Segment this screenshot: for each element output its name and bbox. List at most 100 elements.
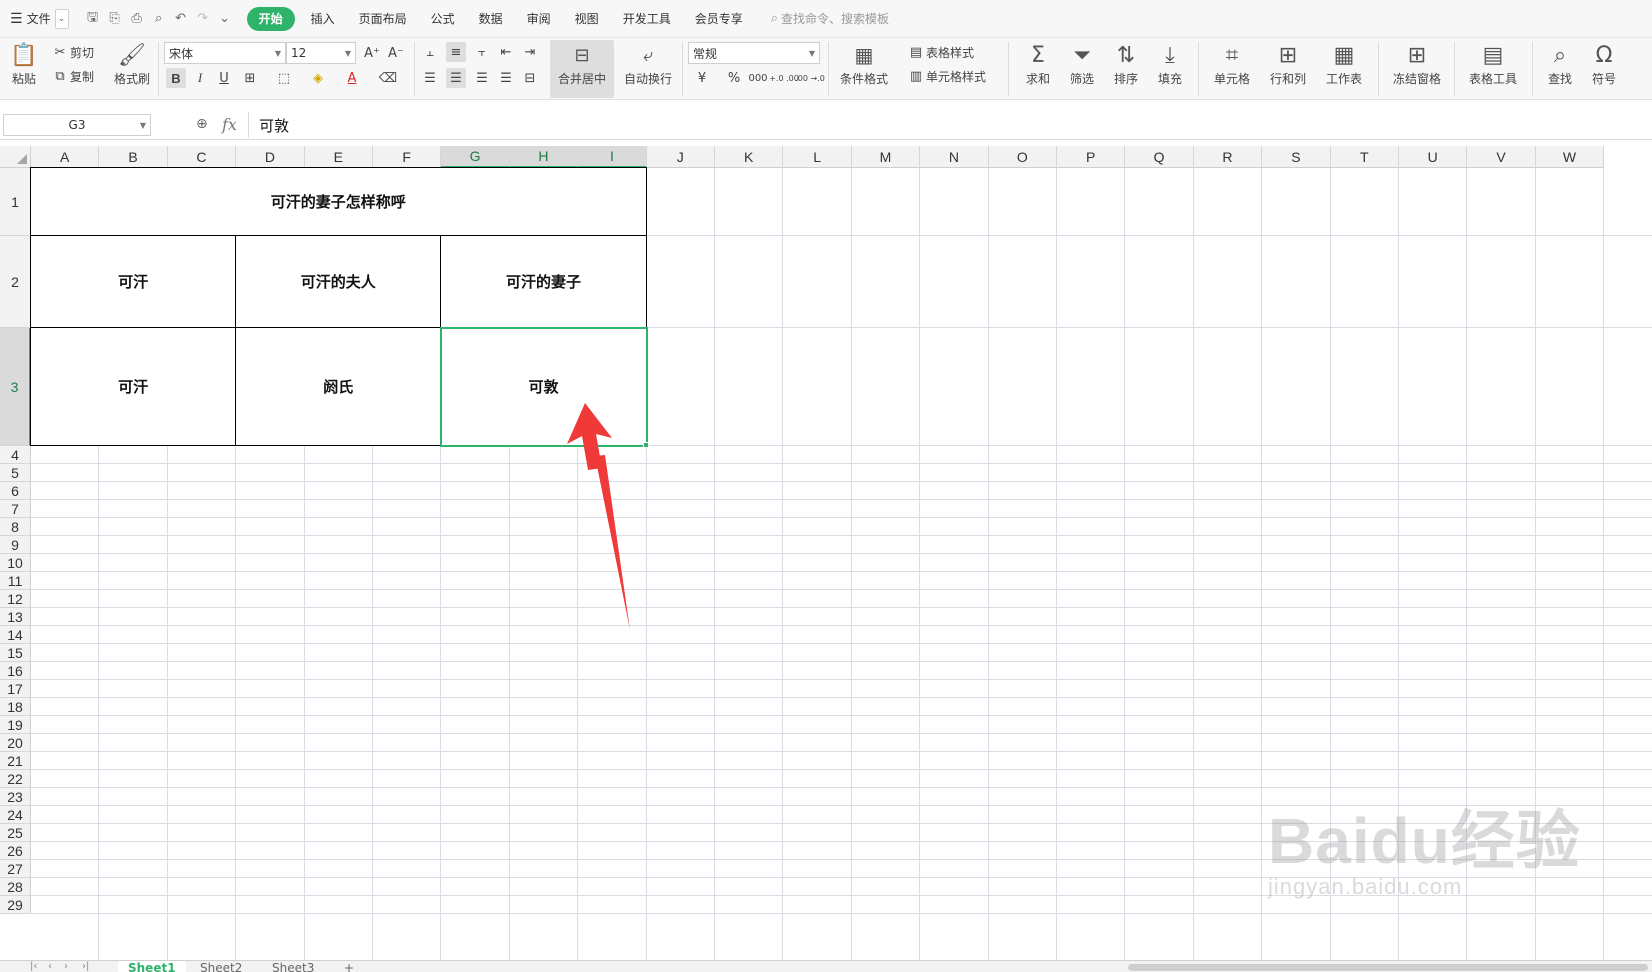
row-header-6[interactable]: 6	[0, 482, 31, 500]
name-box[interactable]: G3 ▼	[3, 114, 151, 136]
print-icon[interactable]: ⎙	[127, 9, 147, 29]
next-sheet-icon[interactable]: ›	[64, 961, 68, 972]
paste-button[interactable]: 📋 粘贴	[2, 40, 46, 98]
column-header-i[interactable]: I	[578, 146, 647, 168]
cell-button[interactable]: ⌗ 单元格	[1206, 40, 1258, 98]
align-middle-icon[interactable]: ≡	[446, 42, 466, 62]
row-header-23[interactable]: 23	[0, 788, 31, 806]
last-sheet-icon[interactable]: ›|	[82, 961, 89, 972]
column-header-h[interactable]: H	[509, 146, 579, 168]
indent-decrease-icon[interactable]: ⇤	[496, 42, 516, 62]
column-header-r[interactable]: R	[1193, 146, 1263, 168]
file-dropdown-icon[interactable]: ⌄	[54, 8, 69, 29]
filter-button[interactable]: ⏷ 筛选	[1060, 40, 1104, 98]
tab-data[interactable]: 数据	[469, 7, 513, 31]
align-bottom-icon[interactable]: ⫟	[472, 42, 492, 62]
font-shrink-icon[interactable]: A⁻	[386, 43, 406, 63]
find-button[interactable]: ⌕ 查找	[1538, 40, 1582, 98]
select-all-corner[interactable]	[0, 146, 31, 168]
column-header-p[interactable]: P	[1057, 146, 1126, 168]
prev-sheet-icon[interactable]: ‹	[48, 961, 52, 972]
column-header-w[interactable]: W	[1535, 146, 1605, 168]
column-header-b[interactable]: B	[99, 146, 168, 168]
row-header-1[interactable]: 1	[0, 168, 31, 236]
tab-review[interactable]: 审阅	[517, 7, 561, 31]
align-left-icon[interactable]: ☰	[420, 68, 440, 88]
justify-icon[interactable]: ☰	[496, 68, 516, 88]
column-header-q[interactable]: Q	[1125, 146, 1194, 168]
sort-button[interactable]: ⇅ 排序	[1104, 40, 1148, 98]
align-top-icon[interactable]: ⫠	[420, 42, 440, 62]
command-search[interactable]: ⌕ 查找命令、搜索模板	[771, 10, 889, 27]
table-tools-button[interactable]: ▤ 表格工具	[1462, 40, 1524, 98]
row-header-5[interactable]: 5	[0, 464, 31, 482]
zoom-icon[interactable]: ⊕	[196, 116, 208, 132]
underline-button[interactable]: U	[214, 68, 234, 88]
row-header-28[interactable]: 28	[0, 878, 31, 896]
format-painter-button[interactable]: 🖌 格式刷	[110, 40, 154, 98]
row-header-11[interactable]: 11	[0, 572, 31, 590]
tab-member[interactable]: 会员专享	[685, 7, 753, 31]
row-header-19[interactable]: 19	[0, 716, 31, 734]
symbol-button[interactable]: Ω 符号	[1582, 40, 1626, 98]
indent-increase-icon[interactable]: ⇥	[520, 42, 540, 62]
column-header-k[interactable]: K	[715, 146, 784, 168]
row-header-4[interactable]: 4	[0, 446, 31, 464]
row-header-16[interactable]: 16	[0, 662, 31, 680]
column-header-c[interactable]: C	[167, 146, 237, 168]
column-header-v[interactable]: V	[1467, 146, 1536, 168]
align-center-icon[interactable]: ☰	[446, 68, 466, 88]
add-sheet-button[interactable]: +	[334, 961, 364, 972]
cell-style-button[interactable]: ▥ 单元格样式	[906, 66, 986, 86]
font-grow-icon[interactable]: A⁺	[362, 43, 382, 63]
row-header-7[interactable]: 7	[0, 500, 31, 518]
borders-icon[interactable]: ⊞	[240, 68, 260, 88]
spreadsheet-grid[interactable]: A B C D E F G H I J K L M N O P Q R S T U V W 1 2 3 4 5 6 7 8 9 10 11 12 13…	[0, 146, 1652, 960]
row-header-13[interactable]: 13	[0, 608, 31, 626]
copy-button[interactable]: ⧉ 复制	[50, 66, 94, 86]
row-header-2[interactable]: 2	[0, 236, 31, 328]
formula-input[interactable]: 可敦	[248, 112, 1652, 138]
sheet-tab-2[interactable]: Sheet2	[190, 961, 252, 972]
column-header-m[interactable]: M	[851, 146, 921, 168]
thousands-button[interactable]: 000	[748, 68, 768, 88]
worksheet-button[interactable]: ▦ 工作表	[1318, 40, 1370, 98]
italic-button[interactable]: I	[190, 68, 210, 88]
row-header-21[interactable]: 21	[0, 752, 31, 770]
row-header-12[interactable]: 12	[0, 590, 31, 608]
number-format-select[interactable]: 常规 ▼	[688, 42, 820, 64]
customize-dropdown-icon[interactable]: ⌄	[215, 9, 235, 29]
align-right-icon[interactable]: ☰	[472, 68, 492, 88]
tab-page-layout[interactable]: 页面布局	[349, 7, 417, 31]
fill-style-icon[interactable]: ⬚	[274, 68, 294, 88]
row-header-8[interactable]: 8	[0, 518, 31, 536]
horizontal-scrollbar[interactable]	[1128, 964, 1648, 971]
fill-button[interactable]: ⤓ 填充	[1148, 40, 1192, 98]
column-header-t[interactable]: T	[1330, 146, 1399, 168]
row-header-20[interactable]: 20	[0, 734, 31, 752]
wrap-text-button[interactable]: ⤶ 自动换行	[620, 40, 676, 98]
freeze-panes-button[interactable]: ⊞ 冻结窗格	[1386, 40, 1448, 98]
row-header-25[interactable]: 25	[0, 824, 31, 842]
sum-button[interactable]: Σ 求和	[1016, 40, 1060, 98]
font-name-select[interactable]: 宋体 ▼	[164, 42, 286, 64]
font-color-icon[interactable]: A	[342, 68, 362, 88]
column-header-a[interactable]: A	[31, 146, 100, 168]
decimal-decrease-button[interactable]: .00 →.0	[795, 68, 825, 88]
row-header-29[interactable]: 29	[0, 896, 31, 914]
row-header-14[interactable]: 14	[0, 626, 31, 644]
currency-button[interactable]: ¥	[692, 68, 712, 88]
decimal-increase-button[interactable]: +.0 .00	[769, 68, 799, 88]
column-header-u[interactable]: U	[1399, 146, 1468, 168]
column-header-f[interactable]: F	[373, 146, 442, 168]
redo-icon[interactable]: ↷	[193, 9, 213, 29]
insert-function-button[interactable]: fx	[222, 115, 237, 134]
tab-formulas[interactable]: 公式	[421, 7, 465, 31]
row-header-18[interactable]: 18	[0, 698, 31, 716]
tab-developer[interactable]: 开发工具	[613, 7, 681, 31]
column-header-d[interactable]: D	[236, 146, 305, 168]
cut-button[interactable]: ✂ 剪切	[50, 42, 94, 62]
row-header-3[interactable]: 3	[0, 328, 31, 446]
fill-handle[interactable]	[642, 442, 649, 448]
tab-insert[interactable]: 插入	[301, 7, 345, 31]
